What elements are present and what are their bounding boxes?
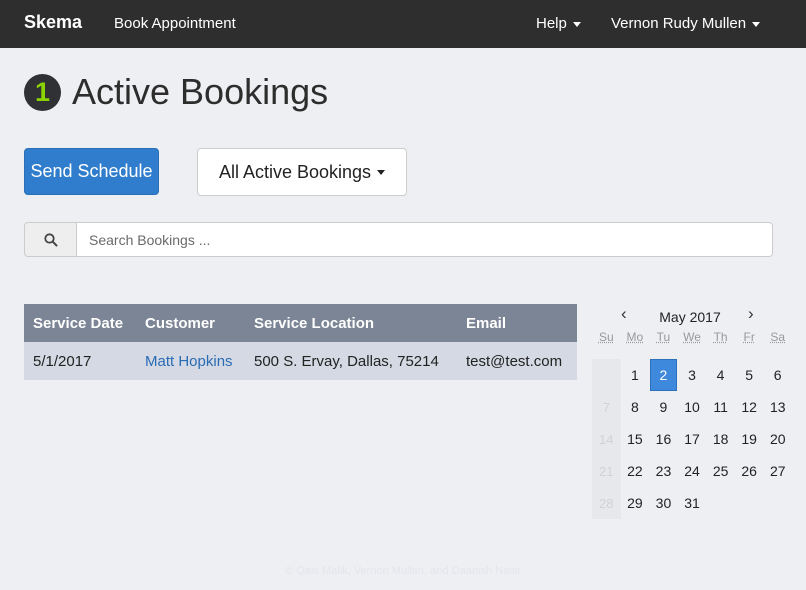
calendar-day[interactable]: 23 [649,455,678,487]
calendar-header: ‹ May 2017 › [592,304,792,330]
calendar-empty-cell [706,487,735,519]
table-header-row: Service Date Customer Service Location E… [24,304,577,342]
calendar-empty-cell [763,487,792,519]
calendar-day[interactable]: 8 [621,391,650,423]
calendar-day-disabled: 7 [592,391,621,423]
calendar-week: 14 15 16 17 18 19 20 [592,423,792,455]
help-label: Help [536,15,567,32]
weekday-label: We [683,330,701,344]
calendar-day[interactable]: 5 [735,359,764,391]
chevron-right-icon[interactable]: › [748,304,754,324]
count-badge: 1 [24,73,61,111]
calendar-grid: 1 2 3 4 5 6 7 8 9 10 11 12 13 14 15 16 17 18 19 20 21 22 23 24 2… [592,359,792,519]
calendar-day-selected[interactable]: 2 [650,359,677,391]
cell-service-date: 5/1/2017 [24,342,136,380]
calendar-day[interactable]: 11 [706,391,735,423]
column-header-service-location[interactable]: Service Location [245,304,457,342]
chevron-down-icon [572,21,581,27]
calendar-empty-cell [592,359,621,391]
calendar-day[interactable]: 4 [706,359,735,391]
weekday-label: Th [713,330,728,344]
calendar: ‹ May 2017 › Su Mo Tu We Th Fr Sa 123456… [592,304,792,519]
weekday-label: Fr [743,330,755,344]
calendar-day-disabled: 28 [592,487,621,519]
cell-service-location: 500 S. Ervay, Dallas, 75214 [245,342,457,380]
calendar-week: 21 22 23 24 25 26 27 [592,455,792,487]
bookings-filter-dropdown[interactable]: All Active Bookings [197,148,407,196]
search-group [24,222,773,257]
calendar-day[interactable]: 3 [678,359,707,391]
calendar-day[interactable]: 30 [649,487,678,519]
calendar-day[interactable]: 9 [649,391,678,423]
user-name: Vernon Rudy Mullen [611,15,747,32]
calendar-day[interactable]: 16 [649,423,678,455]
search-icon [43,232,57,246]
weekday-label: Su [598,330,614,344]
calendar-day[interactable]: 18 [706,423,735,455]
calendar-day[interactable]: 29 [621,487,650,519]
weekday-label: Tu [656,330,671,344]
calendar-day[interactable]: 10 [678,391,707,423]
calendar-day[interactable]: 20 [763,423,792,455]
weekday-label: Mo [626,330,644,344]
cell-email: test@test.com [457,342,577,380]
calendar-day[interactable]: 26 [735,455,764,487]
cell-customer: Matt Hopkins [136,342,245,380]
footer-credits: © Qais Malik, Vernon Mullen, and Daanish… [285,565,521,577]
page-title: Active Bookings [72,71,329,112]
calendar-day[interactable]: 25 [706,455,735,487]
column-header-service-date[interactable]: Service Date [24,304,136,342]
calendar-empty-cell [735,487,764,519]
bookings-table: Service Date Customer Service Location E… [24,304,577,380]
calendar-week: 123456 [592,359,792,391]
calendar-day[interactable]: 1 [621,359,650,391]
user-menu[interactable]: Vernon Rudy Mullen [611,15,761,32]
calendar-day[interactable]: 27 [763,455,792,487]
column-header-email[interactable]: Email [457,304,577,342]
calendar-day[interactable]: 24 [678,455,707,487]
brand-link[interactable]: Skema [24,12,82,33]
column-header-customer[interactable]: Customer [136,304,245,342]
calendar-month-title[interactable]: May 2017 [592,309,788,325]
calendar-day[interactable]: 15 [621,423,650,455]
calendar-day-disabled: 14 [592,423,621,455]
send-schedule-button[interactable]: Send Schedule [24,148,159,195]
weekday-label: Sa [770,330,786,344]
calendar-day-disabled: 21 [592,455,621,487]
calendar-day[interactable]: 6 [763,359,792,391]
table-row[interactable]: 5/1/2017 Matt Hopkins 500 S. Ervay, Dall… [24,342,577,380]
calendar-day[interactable]: 22 [621,455,650,487]
calendar-day[interactable]: 19 [735,423,764,455]
search-input[interactable] [77,222,773,257]
calendar-week: 7 8 9 10 11 12 13 [592,391,792,423]
calendar-day[interactable]: 17 [678,423,707,455]
calendar-day[interactable]: 31 [678,487,707,519]
calendar-day[interactable]: 13 [763,391,792,423]
help-menu[interactable]: Help [536,15,581,32]
search-button[interactable] [24,222,77,257]
navbar: Skema Book Appointment Help Vernon Rudy … [0,0,806,48]
chevron-down-icon [752,21,761,27]
page-heading: 1 Active Bookings [24,70,328,114]
calendar-weekday-header: Su Mo Tu We Th Fr Sa [592,330,792,348]
calendar-day[interactable]: 12 [735,391,764,423]
customer-link[interactable]: Matt Hopkins [145,353,233,370]
chevron-down-icon [377,169,386,175]
book-appointment-link[interactable]: Book Appointment [114,15,236,32]
filter-label: All Active Bookings [218,161,372,182]
calendar-week: 28 29 30 31 [592,487,792,519]
